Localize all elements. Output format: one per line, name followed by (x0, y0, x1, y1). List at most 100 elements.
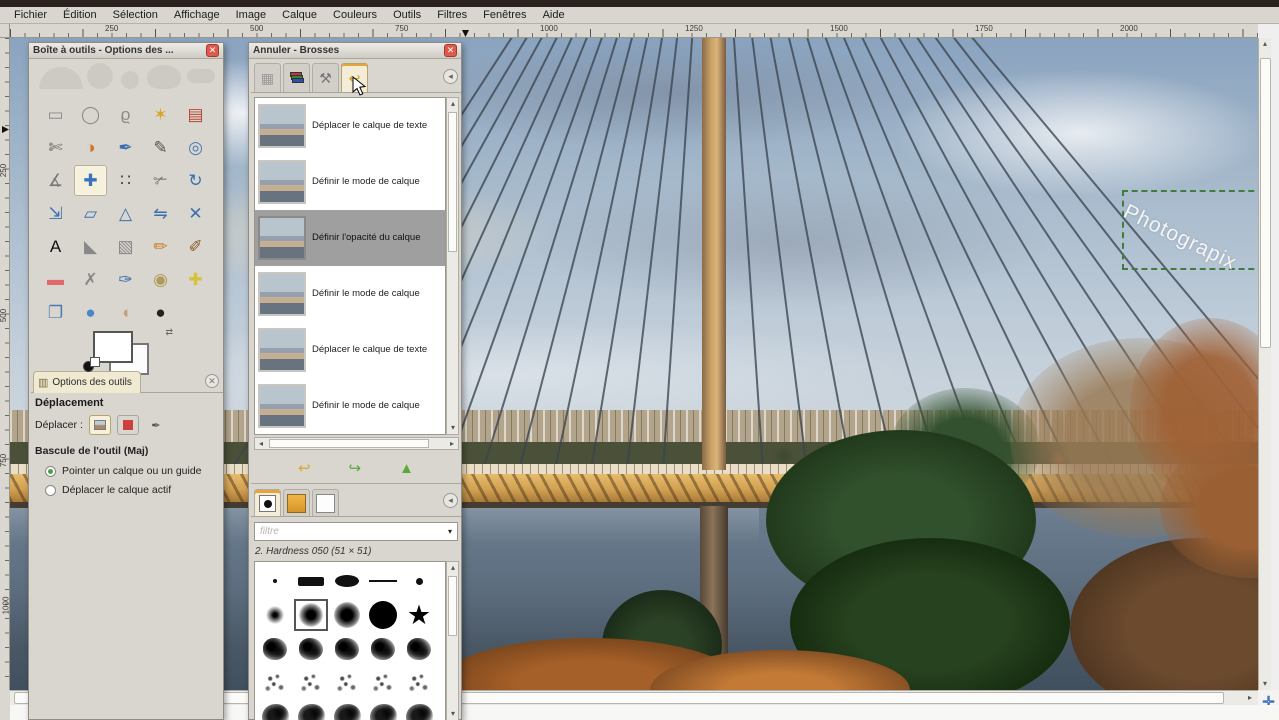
brush-spray[interactable] (293, 666, 329, 700)
undo-item[interactable]: Définir l'opacité du calque (255, 210, 445, 266)
move-selection-toggle[interactable] (116, 415, 139, 435)
brush-hardness-050[interactable] (293, 598, 329, 632)
tool-clone[interactable]: ◉ (144, 264, 177, 295)
menu-item-selection[interactable]: Sélection (105, 8, 166, 22)
move-path-toggle[interactable]: ✒ (145, 415, 167, 435)
tool-text[interactable]: A (39, 231, 72, 262)
scroll-up-icon[interactable]: ▴ (447, 562, 459, 574)
tool-fuzzy-select[interactable]: ✶ (144, 99, 177, 130)
scroll-left-icon[interactable]: ◂ (255, 438, 267, 450)
scroll-right-icon[interactable]: ▸ (1244, 692, 1256, 704)
tab-layers-dialog[interactable] (283, 63, 310, 92)
brush-grain[interactable] (401, 700, 437, 720)
tab-menu-icon[interactable]: ◂ (443, 69, 458, 84)
tool-foreground-select[interactable]: ◑ (74, 132, 107, 163)
text-layer-selection[interactable]: Photograpix (1120, 190, 1258, 275)
brushes-menu-icon[interactable]: ◂ (443, 493, 458, 508)
tool-perspective[interactable]: △ (109, 198, 142, 229)
tab-brushes-dialog[interactable]: ▦ (254, 63, 281, 92)
brush-filter-combo[interactable]: filtre ▾ (254, 522, 458, 541)
undo-button[interactable]: ↩ (298, 461, 311, 476)
brush-grid-vscrollbar[interactable]: ▴ ▾ (446, 561, 459, 720)
tool-crop[interactable]: ✃ (144, 165, 177, 196)
undo-item[interactable]: Définir le mode de calque (255, 266, 445, 322)
menu-item-aide[interactable]: Aide (535, 8, 573, 22)
undo-item[interactable]: Déplacer le calque de texte (255, 322, 445, 378)
scroll-right-icon[interactable]: ▸ (446, 438, 458, 450)
toolbox-titlebar[interactable]: Boîte à outils - Options des ... ✕ (29, 43, 223, 59)
vertical-scrollbar[interactable]: ▴ ▾ (1258, 38, 1271, 690)
undo-list-vscrollbar[interactable]: ▴ ▾ (446, 97, 459, 435)
tool-flip[interactable]: ⇋ (144, 198, 177, 229)
tool-eraser[interactable]: ▬ (39, 264, 72, 295)
undo-window-titlebar[interactable]: Annuler - Brosses ✕ (249, 43, 461, 59)
scroll-down-icon[interactable]: ▾ (447, 708, 459, 720)
undo-item[interactable]: Définir le mode de calque (255, 154, 445, 210)
brush-grain[interactable] (257, 700, 293, 720)
brush-texture[interactable] (329, 632, 365, 666)
tool-airbrush[interactable]: ✗ (74, 264, 107, 295)
menu-item-couleurs[interactable]: Couleurs (325, 8, 385, 22)
tool-move[interactable]: ✚ (74, 165, 107, 196)
undo-list-hscrollbar[interactable]: ◂ ▸ (254, 437, 459, 450)
brush-texture[interactable] (257, 632, 293, 666)
tab-gradients[interactable] (312, 489, 339, 516)
scroll-down-icon[interactable]: ▾ (447, 422, 459, 434)
vertical-ruler[interactable]: 250 500 750 1000 (0, 38, 10, 690)
brush-spray[interactable] (329, 666, 365, 700)
brush-small-dot[interactable] (401, 564, 437, 598)
brush-hardness-100[interactable] (365, 598, 401, 632)
tool-smudge[interactable]: ◖ (109, 297, 142, 328)
menu-item-fichier[interactable]: Fichier (6, 8, 55, 22)
close-icon[interactable]: ✕ (444, 44, 457, 57)
brush-fuzzy-medium[interactable] (329, 598, 365, 632)
brush-spray[interactable] (365, 666, 401, 700)
brush-texture[interactable] (401, 632, 437, 666)
ruler-origin-button[interactable] (0, 24, 10, 38)
menu-item-calque[interactable]: Calque (274, 8, 325, 22)
undo-history-list[interactable]: Déplacer le calque de texte Définir le mo… (254, 97, 446, 435)
tool-dodge-burn[interactable]: ● (144, 297, 177, 328)
brush-fuzzy-small[interactable] (257, 598, 293, 632)
tool-cage-transform[interactable]: ✕ (179, 198, 212, 229)
tool-ellipse-select[interactable]: ◯ (74, 99, 107, 130)
tool-perspective-clone[interactable]: ❐ (39, 297, 72, 328)
radio-move-active-layer[interactable]: Déplacer le calque actif (45, 484, 219, 496)
scroll-up-icon[interactable]: ▴ (447, 98, 459, 110)
brush-grain[interactable] (365, 700, 401, 720)
brush-grid[interactable]: ★ (254, 561, 446, 720)
tool-pencil[interactable]: ✏ (144, 231, 177, 262)
brush-micro-dot[interactable] (257, 564, 293, 598)
brush-star[interactable]: ★ (401, 598, 437, 632)
tool-zoom[interactable]: ◎ (179, 132, 212, 163)
tool-paintbrush[interactable]: ✐ (179, 231, 212, 262)
scroll-thumb[interactable] (448, 576, 457, 636)
undo-item[interactable]: Définir le mode de calque (255, 378, 445, 434)
tool-measure[interactable]: ∡ (39, 165, 72, 196)
tool-rotate[interactable]: ↻ (179, 165, 212, 196)
menu-item-image[interactable]: Image (228, 8, 275, 22)
scroll-thumb[interactable] (269, 439, 429, 448)
brush-texture[interactable] (293, 632, 329, 666)
tool-paths[interactable]: ✒ (109, 132, 142, 163)
scroll-up-icon[interactable]: ▴ (1259, 38, 1271, 50)
tool-color-picker[interactable]: ✎ (144, 132, 177, 163)
horizontal-ruler[interactable]: 250 500 750 1000 1250 1500 1750 2000 (10, 24, 1258, 38)
tab-brushes[interactable] (254, 489, 281, 516)
brush-grain[interactable] (293, 700, 329, 720)
tab-tool-options[interactable]: ▥ Options des outils (33, 371, 141, 393)
menu-item-outils[interactable]: Outils (385, 8, 429, 22)
undo-item[interactable]: Déplacer le calque de texte (255, 98, 445, 154)
tool-scale[interactable]: ⇲ (39, 198, 72, 229)
brush-texture[interactable] (365, 632, 401, 666)
tool-bucket-fill[interactable]: ◣ (74, 231, 107, 262)
brush-block-bar[interactable] (293, 564, 329, 598)
menu-item-filtres[interactable]: Filtres (429, 8, 475, 22)
tool-gradient[interactable]: ▧ (109, 231, 142, 262)
menu-item-edition[interactable]: Édition (55, 8, 105, 22)
tool-ink[interactable]: ✑ (109, 264, 142, 295)
tab-patterns[interactable] (283, 489, 310, 516)
tool-rect-select[interactable]: ▭ (39, 99, 72, 130)
vertical-scroll-thumb[interactable] (1260, 58, 1271, 348)
swap-colors-icon[interactable]: ⇄ (165, 327, 173, 338)
